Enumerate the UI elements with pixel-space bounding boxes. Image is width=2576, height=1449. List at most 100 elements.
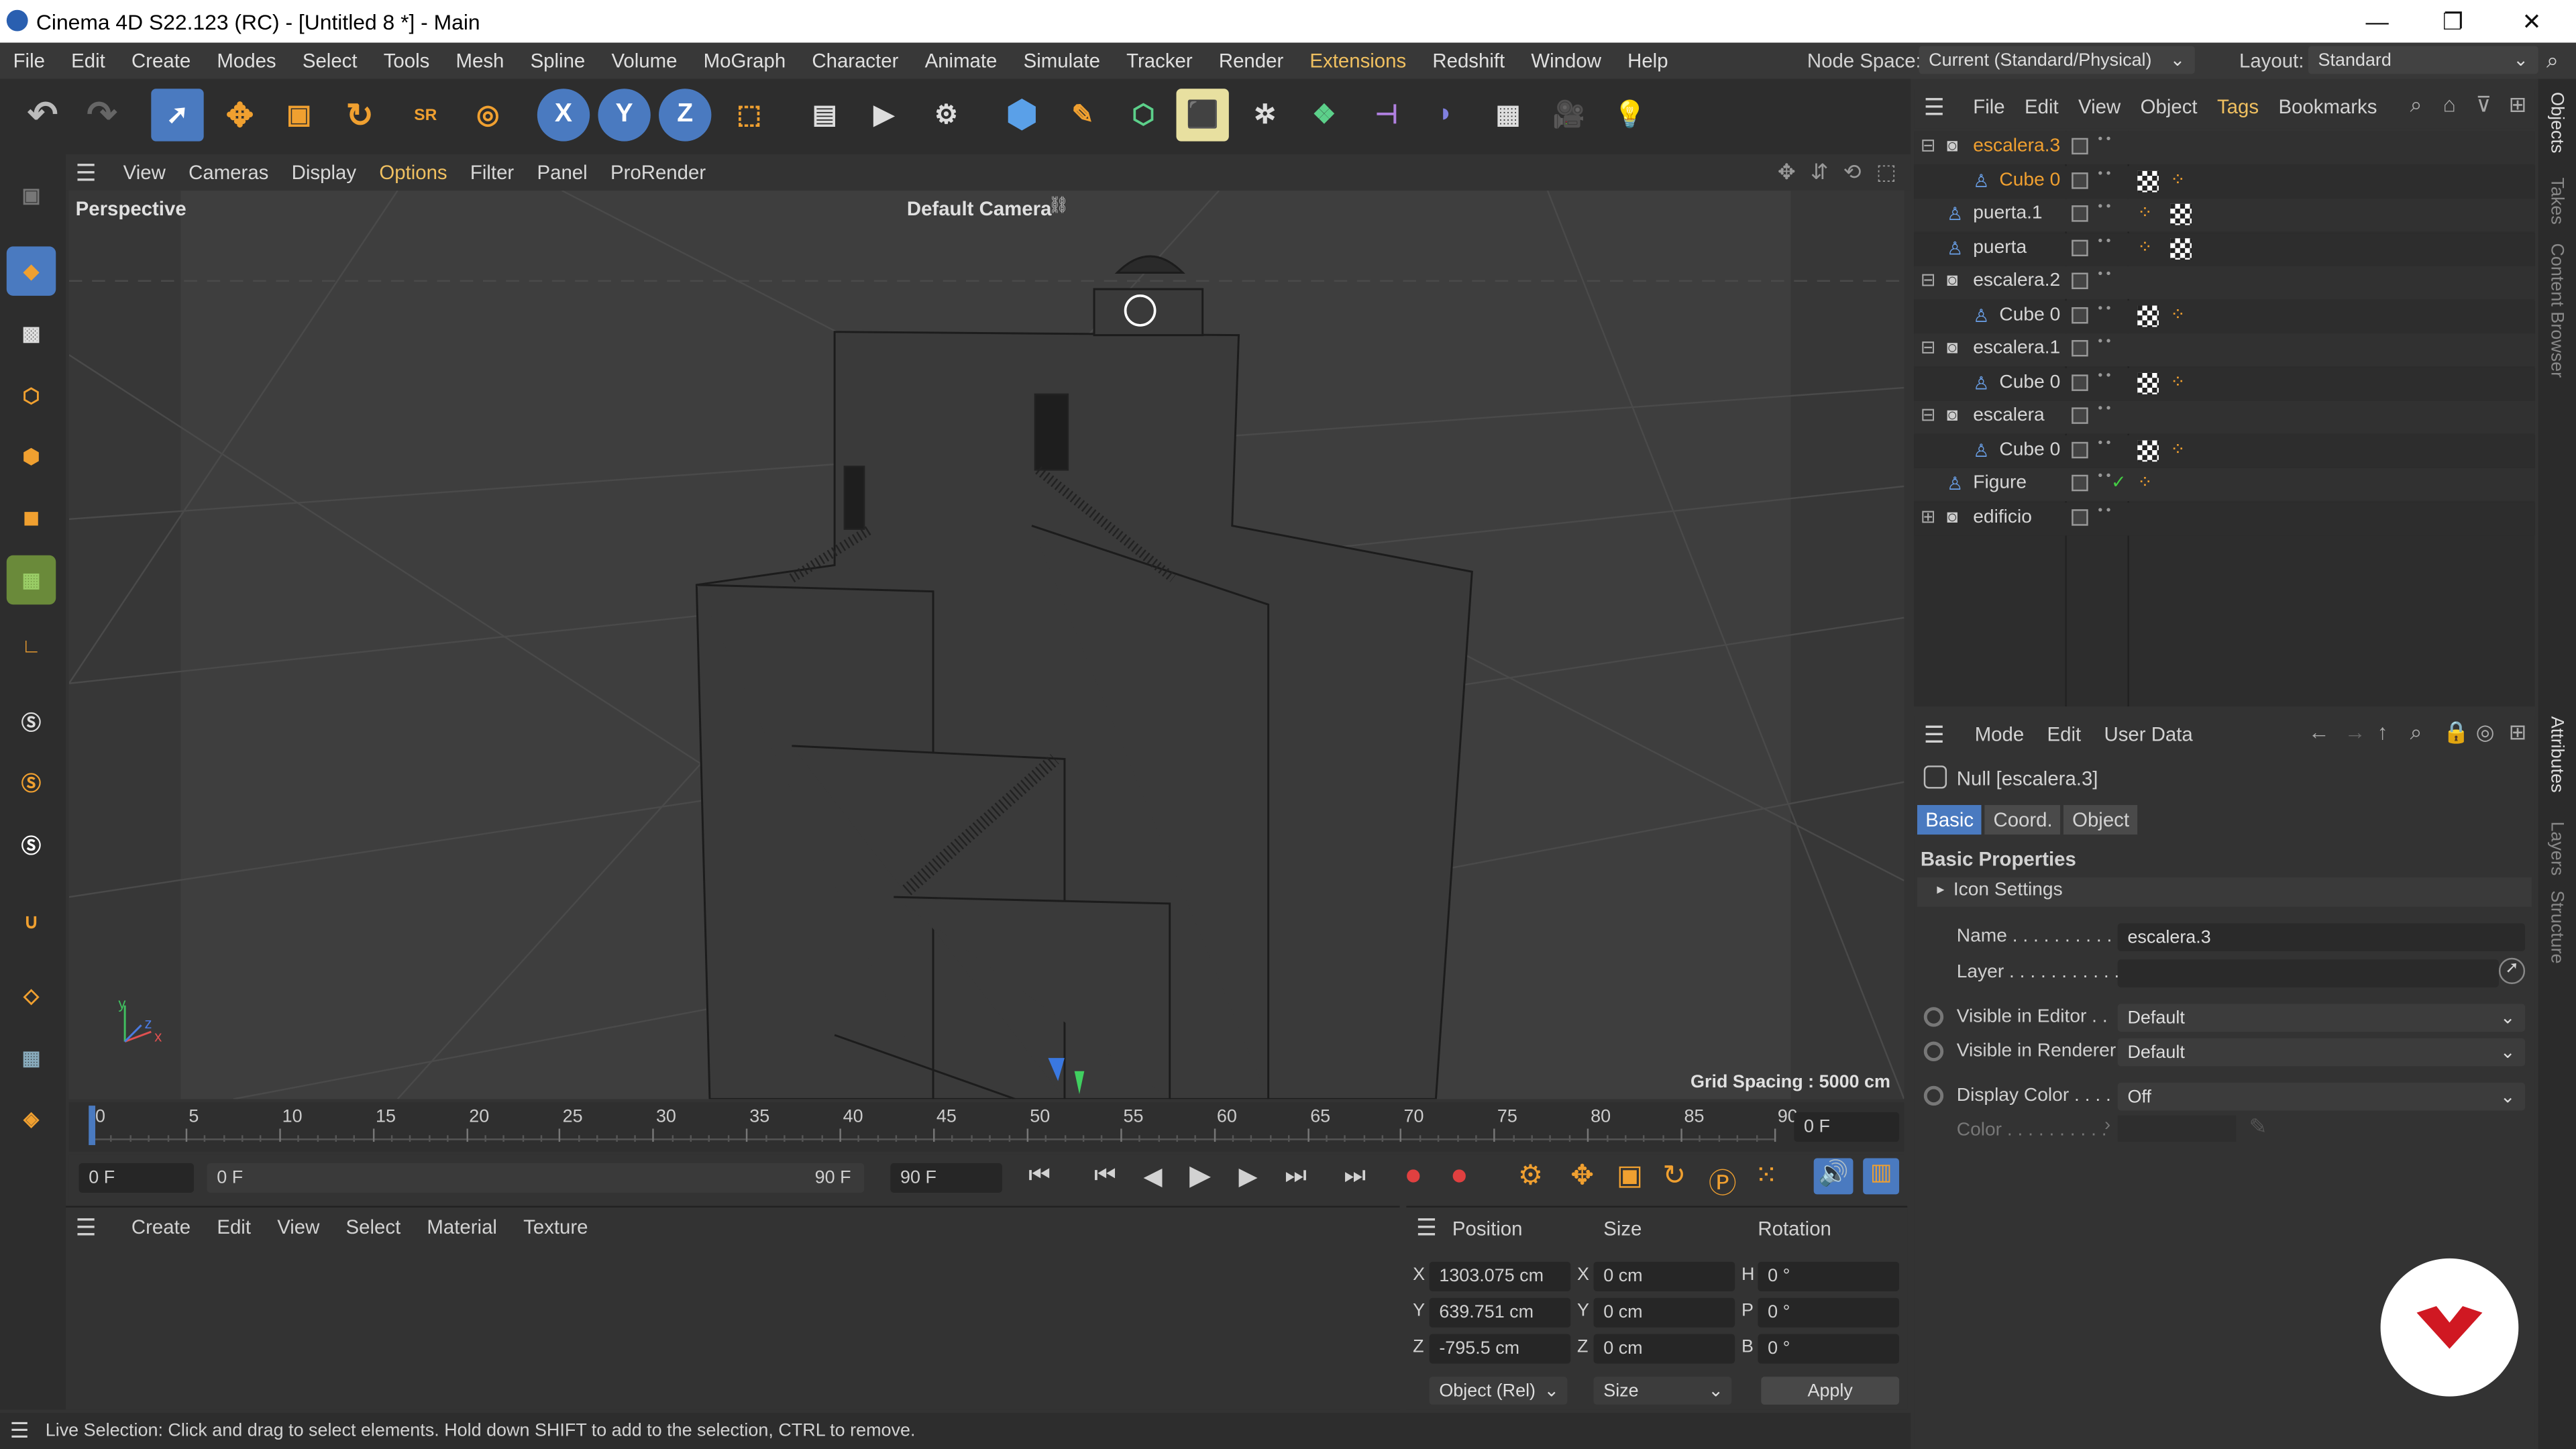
next-frame-icon[interactable]: ▶: [1239, 1161, 1258, 1191]
x-axis-lock-icon[interactable]: X: [537, 89, 590, 142]
object-name[interactable]: escalera: [1973, 406, 2044, 425]
workplane-icon[interactable]: ◇: [7, 971, 56, 1020]
search-icon[interactable]: ⌕: [2546, 48, 2559, 74]
layer-swatch-icon[interactable]: [2072, 138, 2088, 155]
visibility-dots-icon[interactable]: • •: [2098, 368, 2110, 382]
phong-tag-icon[interactable]: ⁘: [2137, 202, 2153, 223]
hamburger-icon[interactable]: ☰: [1924, 94, 1945, 122]
eyedropper-icon[interactable]: ✎: [2249, 1114, 2267, 1140]
object-row[interactable]: ⊟ ◙ escalera.3 • •: [1914, 131, 2535, 164]
object-row[interactable]: ⊟ ◙ escalera • •: [1914, 400, 2535, 434]
side-tab-layers[interactable]: Layers: [2546, 822, 2566, 876]
phong-tag-icon[interactable]: ⁘: [2137, 235, 2153, 257]
next-key-icon[interactable]: ⏭: [1285, 1161, 1307, 1189]
layout-dropdown[interactable]: Standard ⌄: [2308, 46, 2538, 74]
viewport-menu-display[interactable]: Display: [280, 161, 368, 184]
menu-tracker[interactable]: Tracker: [1114, 49, 1206, 72]
search-icon[interactable]: ⌕: [2410, 92, 2422, 118]
viewport-menu-options[interactable]: Options: [368, 161, 459, 184]
size-x-field[interactable]: 0 cm: [1593, 1261, 1735, 1291]
move-icon[interactable]: ✥: [213, 89, 266, 141]
tab-coord[interactable]: Coord.: [1985, 805, 2061, 835]
menu-tools[interactable]: Tools: [370, 49, 443, 72]
side-tab-takes[interactable]: Takes: [2546, 177, 2566, 224]
live-selection-icon[interactable]: ➚: [151, 89, 204, 142]
viewport-menu-panel[interactable]: Panel: [525, 161, 598, 184]
hamburger-icon[interactable]: ☰: [10, 1417, 30, 1444]
phong-tag-icon[interactable]: ⁘: [2170, 303, 2186, 324]
locked-workplane-icon[interactable]: ▦: [7, 1033, 56, 1082]
size-z-field[interactable]: 0 cm: [1593, 1334, 1735, 1364]
side-tab-attributes[interactable]: Attributes: [2546, 716, 2566, 793]
side-tab-structure[interactable]: Structure: [2546, 890, 2566, 963]
texture-tag-icon[interactable]: [2170, 237, 2192, 259]
layer-picker-icon[interactable]: ➚: [2498, 957, 2526, 984]
points-mode-icon[interactable]: ⬡: [7, 371, 56, 420]
position-z-field[interactable]: -795.5 cm: [1429, 1334, 1571, 1364]
apply-button[interactable]: Apply: [1761, 1377, 1900, 1405]
z-axis-lock-icon[interactable]: Z: [659, 89, 712, 142]
menu-extensions[interactable]: Extensions: [1297, 49, 1419, 72]
hamburger-icon[interactable]: ☰: [1416, 1214, 1437, 1242]
expand-toggle-icon[interactable]: ⊟: [1921, 270, 1936, 290]
close-button[interactable]: ✕: [2494, 0, 2570, 43]
side-tab-objects[interactable]: Objects: [2546, 92, 2566, 153]
hamburger-icon[interactable]: ☰: [76, 160, 97, 188]
visibility-dots-icon[interactable]: • •: [2098, 469, 2110, 483]
render-picture-viewer-icon[interactable]: ▶: [857, 89, 910, 141]
layer-swatch-icon[interactable]: [2072, 508, 2088, 525]
previous-frame-icon[interactable]: ◀: [1144, 1161, 1163, 1191]
visibility-dots-icon[interactable]: • •: [2098, 132, 2110, 146]
keyframe-toggle-icon[interactable]: [1923, 1007, 1944, 1027]
subdivision-icon[interactable]: ⬡: [1117, 89, 1169, 141]
hamburger-icon[interactable]: ☰: [76, 1214, 97, 1242]
back-icon[interactable]: ←: [2308, 720, 2330, 745]
layer-swatch-icon[interactable]: [2072, 306, 2088, 323]
timeline-filmstrip-icon[interactable]: ▥: [1863, 1158, 1900, 1195]
menu-volume[interactable]: Volume: [598, 49, 690, 72]
objects-menu-object[interactable]: Object: [2131, 95, 2207, 118]
sound-icon[interactable]: 🔊: [1813, 1158, 1854, 1195]
autokey-icon[interactable]: ⏺: [1452, 1160, 1466, 1193]
timeline-ruler[interactable]: 0 5 10 15 20 25 30 35 40 45 50 55 60 65 70 75 80 85 90 0 F: [68, 1102, 1904, 1152]
snap-enable-icon[interactable]: Ⓢ: [7, 820, 56, 869]
recent-tools-icon[interactable]: SR: [399, 89, 451, 141]
rotation-b-field[interactable]: 0 °: [1758, 1334, 1900, 1364]
object-row[interactable]: ♙ Cube 0 • • ⁘: [1914, 299, 2535, 333]
scale-icon[interactable]: ▣: [273, 89, 325, 141]
position-y-field[interactable]: 639.751 cm: [1429, 1297, 1571, 1328]
keyframe-toggle-icon[interactable]: [1923, 1085, 1944, 1106]
expand-toggle-icon[interactable]: ⊟: [1921, 135, 1936, 156]
camera-icon[interactable]: 🎥: [1543, 89, 1595, 141]
max-time-field[interactable]: 90 F: [890, 1163, 1002, 1193]
attr-menu-mode[interactable]: Mode: [1964, 723, 2036, 746]
make-editable-icon[interactable]: ▣: [7, 171, 56, 220]
layer-swatch-icon[interactable]: [2072, 374, 2088, 390]
key-position-icon[interactable]: ✥: [1570, 1160, 1594, 1193]
home-icon[interactable]: ⌂: [2443, 92, 2456, 117]
previous-key-icon[interactable]: ⏮: [1094, 1161, 1116, 1189]
objects-menu-file[interactable]: File: [1964, 95, 2015, 118]
material-menu-select[interactable]: Select: [333, 1216, 414, 1238]
menu-character[interactable]: Character: [799, 49, 912, 72]
object-name[interactable]: Cube 0: [1999, 372, 2060, 392]
target-icon[interactable]: ◎: [2476, 720, 2495, 746]
keyframe-selection-icon[interactable]: ⚙: [1518, 1160, 1543, 1193]
menu-simulate[interactable]: Simulate: [1010, 49, 1114, 72]
menu-select[interactable]: Select: [289, 49, 370, 72]
visibility-dots-icon[interactable]: • •: [2098, 267, 2110, 281]
material-menu-create[interactable]: Create: [118, 1216, 203, 1238]
key-pla-icon[interactable]: ⁙: [1755, 1160, 1778, 1193]
object-name[interactable]: escalera.3: [1973, 136, 2060, 156]
maximize-view-icon[interactable]: ⬚: [1876, 160, 1896, 186]
objects-menu-tags[interactable]: Tags: [2207, 95, 2268, 118]
object-row[interactable]: ⊟ ◙ escalera.2 • •: [1914, 266, 2535, 299]
menu-edit[interactable]: Edit: [58, 49, 119, 72]
menu-mesh[interactable]: Mesh: [443, 49, 517, 72]
material-menu-view[interactable]: View: [264, 1216, 333, 1238]
keyframe-toggle-icon[interactable]: [1923, 1041, 1944, 1062]
object-name[interactable]: Cube 0: [1999, 305, 2060, 324]
menu-spline[interactable]: Spline: [517, 49, 598, 72]
edges-mode-icon[interactable]: ⬢: [7, 432, 56, 481]
menu-create[interactable]: Create: [118, 49, 203, 72]
